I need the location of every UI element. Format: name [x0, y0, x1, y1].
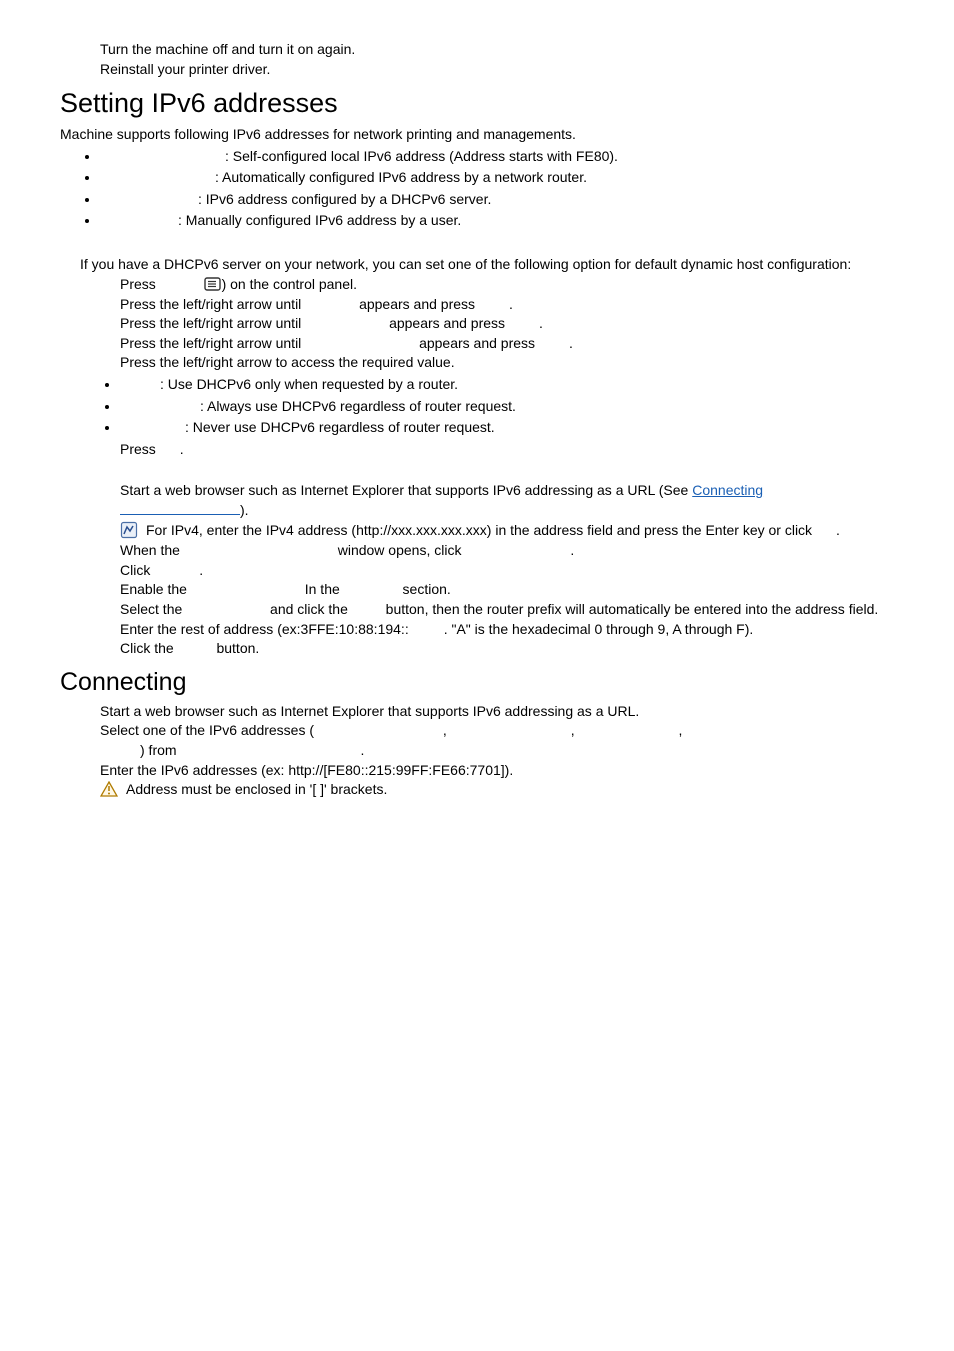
ipv6-address-types-list: : Self-configured local IPv6 address (Ad… — [60, 147, 934, 231]
step: Click the button. — [120, 639, 934, 659]
step: Enter the IPv6 addresses (ex: http://[FE… — [100, 761, 934, 781]
list-text: : Self-configured local IPv6 address (Ad… — [225, 148, 618, 164]
connecting-link[interactable]: Connecting — [692, 482, 763, 498]
step-text: Press — [120, 441, 160, 457]
step-text: Press — [120, 276, 160, 292]
step-text: Enable the — [120, 581, 191, 597]
list-item: : Always use DHCPv6 regardless of router… — [120, 397, 934, 417]
step-text: Select the — [120, 601, 186, 617]
note-text: . — [836, 522, 840, 538]
step-text: Press the left/right arrow until — [120, 335, 305, 351]
note-icon — [120, 521, 138, 542]
step-text: Click — [120, 562, 154, 578]
step-text: . — [539, 315, 543, 331]
step-text: Start a web browser such as Internet Exp… — [120, 482, 692, 498]
step-text: . — [360, 742, 364, 758]
step-text: ). — [240, 502, 249, 518]
step-text: , — [571, 722, 579, 738]
step: Start a web browser such as Internet Exp… — [120, 481, 934, 520]
list-text: : Always use DHCPv6 regardless of router… — [200, 398, 516, 414]
section-heading-setting-ipv6: Setting IPv6 addresses — [60, 85, 934, 123]
step-text: Press the left/right arrow until — [120, 296, 305, 312]
list-item: : Manually configured IPv6 address by a … — [100, 211, 934, 231]
step-text: . "A" is the hexadecimal 0 through 9, A … — [444, 621, 754, 637]
step-text: appears and press — [385, 315, 509, 331]
list-text: : Never use DHCPv6 regardless of router … — [185, 419, 495, 435]
step-text: , — [443, 722, 451, 738]
step-text: ) on the control panel. — [222, 276, 357, 292]
dhcp-options-list: : Use DHCPv6 only when requested by a ro… — [60, 375, 934, 438]
step: Enter the rest of address (ex:3FFE:10:88… — [120, 620, 934, 640]
menu-icon — [204, 275, 222, 295]
list-item: : IPv6 address configured by a DHCPv6 se… — [100, 190, 934, 210]
body-para: Reinstall your printer driver. — [100, 60, 934, 80]
connecting-link-cont[interactable] — [120, 514, 240, 515]
step: Click . — [120, 561, 934, 581]
step: Press the left/right arrow until appears… — [120, 295, 934, 315]
step-text: , — [678, 722, 682, 738]
step-text: When the — [120, 542, 184, 558]
warning-text: Address must be enclosed in '[ ]' bracke… — [126, 780, 934, 800]
step-text: button. — [213, 640, 260, 656]
step-text: Enter the rest of address (ex:3FFE:10:88… — [120, 621, 409, 637]
step: Select one of the IPv6 addresses ( , , ,… — [100, 721, 934, 760]
step: Start a web browser such as Internet Exp… — [100, 702, 934, 722]
list-text: : Manually configured IPv6 address by a … — [178, 212, 461, 228]
step-text: and click the — [266, 601, 352, 617]
step: Press the left/right arrow to access the… — [120, 353, 934, 373]
note-text: For IPv4, enter the IPv4 address (http:/… — [146, 522, 816, 538]
list-text: : IPv6 address configured by a DHCPv6 se… — [198, 191, 491, 207]
step-text: button, then the router prefix will auto… — [382, 601, 879, 617]
list-text: : Use DHCPv6 only when requested by a ro… — [160, 376, 458, 392]
step: Enable the In the section. — [120, 580, 934, 600]
step-text: Select one of the IPv6 addresses ( — [100, 722, 314, 738]
section-intro: Machine supports following IPv6 addresse… — [60, 125, 934, 145]
section-heading-connecting: Connecting — [60, 665, 934, 700]
warning: Address must be enclosed in '[ ]' bracke… — [100, 780, 934, 800]
list-item: : Never use DHCPv6 regardless of router … — [120, 418, 934, 438]
step: Select the and click the button, then th… — [120, 600, 934, 620]
step-text: In the — [301, 581, 344, 597]
list-item: : Automatically configured IPv6 address … — [100, 168, 934, 188]
step: Press ) on the control panel. — [120, 275, 934, 295]
step-text: . — [199, 562, 203, 578]
step-text: section. — [399, 581, 451, 597]
list-item: : Self-configured local IPv6 address (Ad… — [100, 147, 934, 167]
step-text: appears and press — [355, 296, 479, 312]
step: Press the left/right arrow until appears… — [120, 334, 934, 354]
step-text: Click the — [120, 640, 178, 656]
note: For IPv4, enter the IPv4 address (http:/… — [120, 521, 934, 542]
step-text: window opens, click — [334, 542, 466, 558]
warning-icon — [100, 780, 118, 800]
step-text: . — [569, 335, 573, 351]
step-text: Press the left/right arrow until — [120, 315, 305, 331]
step-text: ) from — [140, 742, 180, 758]
dhcp-intro: If you have a DHCPv6 server on your netw… — [80, 255, 934, 275]
step-text: appears and press — [415, 335, 539, 351]
step-text: . — [509, 296, 513, 312]
step: Press the left/right arrow until appears… — [120, 314, 934, 334]
step-text: . — [570, 542, 574, 558]
step-text: . — [180, 441, 184, 457]
list-text: : Automatically configured IPv6 address … — [215, 169, 587, 185]
list-item: : Use DHCPv6 only when requested by a ro… — [120, 375, 934, 395]
body-para: Turn the machine off and turn it on agai… — [100, 40, 934, 60]
step: Press . — [120, 440, 934, 460]
step: When the window opens, click . — [120, 541, 934, 561]
